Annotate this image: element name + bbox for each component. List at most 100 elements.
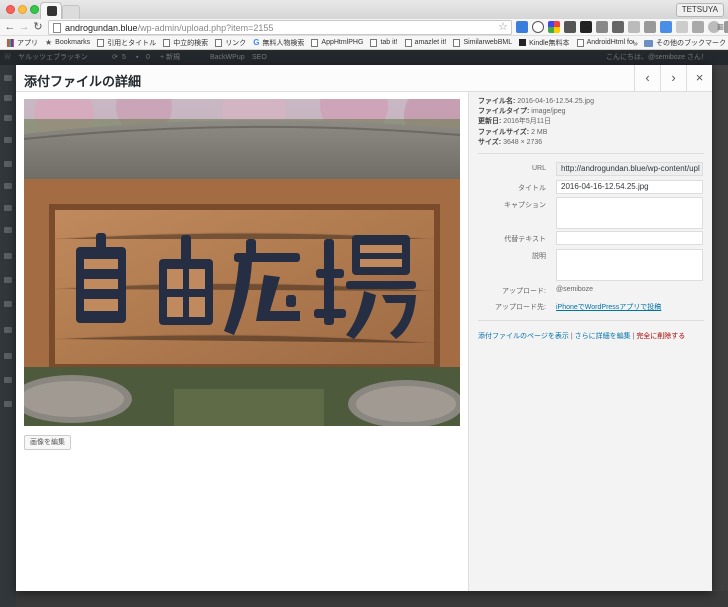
page-icon bbox=[576, 38, 584, 47]
profile-button[interactable]: TETSUYA bbox=[675, 3, 724, 17]
comment-icon[interactable]: ▪ bbox=[136, 51, 138, 65]
address-url: androgundan.blue/wp-admin/upload.php?ite… bbox=[65, 23, 274, 33]
delete-permanently-link[interactable]: 完全に削除する bbox=[636, 333, 685, 340]
view-attachment-page-link[interactable]: 添付ファイルのページを表示 bbox=[478, 333, 569, 340]
previous-attachment-button[interactable]: ‹ bbox=[634, 65, 660, 91]
close-modal-button[interactable]: × bbox=[686, 65, 712, 91]
updated-value: 2016年5月11日 bbox=[503, 118, 552, 126]
extension-icon[interactable] bbox=[564, 21, 576, 33]
admin-bar-site-name[interactable]: ヤルッツェブラッキン bbox=[18, 51, 88, 65]
menu-icon[interactable] bbox=[4, 277, 12, 283]
extension-icon[interactable] bbox=[644, 21, 656, 33]
menu-icon[interactable] bbox=[4, 95, 12, 101]
menu-icon[interactable] bbox=[4, 137, 12, 143]
edit-image-button[interactable]: 画像を編集 bbox=[24, 435, 71, 450]
site-favicon-icon bbox=[47, 6, 57, 16]
sign-photo-illustration bbox=[24, 99, 460, 426]
extension-icon[interactable] bbox=[724, 21, 728, 33]
amazon-extension-icon[interactable] bbox=[580, 21, 592, 33]
extension-icon[interactable] bbox=[628, 21, 640, 33]
folder-icon bbox=[644, 39, 653, 47]
close-window-button[interactable] bbox=[6, 5, 15, 14]
bookmark-item[interactable]: AppHtmlPHG bbox=[311, 38, 363, 47]
wordpress-logo-icon[interactable]: Ⓦ bbox=[4, 51, 11, 65]
menu-icon[interactable] bbox=[4, 253, 12, 259]
browser-tab-active[interactable] bbox=[40, 2, 62, 19]
alt-text-label: 代替テキスト bbox=[504, 236, 546, 243]
zoom-window-button[interactable] bbox=[30, 5, 39, 14]
admin-bar-updates[interactable]: 5 bbox=[122, 51, 126, 65]
address-bar[interactable]: androgundan.blue/wp-admin/upload.php?ite… bbox=[48, 20, 512, 35]
extension-icon[interactable] bbox=[532, 21, 544, 33]
menu-icon[interactable] bbox=[4, 115, 12, 121]
page-icon bbox=[53, 23, 61, 33]
menu-icon[interactable] bbox=[4, 353, 12, 359]
page-icon bbox=[97, 38, 105, 47]
bookmark-item[interactable]: アプリ bbox=[7, 38, 38, 48]
bookmark-item[interactable]: 中立的検索 bbox=[163, 38, 208, 48]
edit-more-details-link[interactable]: さらに詳細を編集 bbox=[575, 333, 631, 340]
bookmark-item[interactable]: SimilarwebBML bbox=[453, 38, 512, 47]
extension-icon[interactable] bbox=[692, 21, 704, 33]
attachment-actions: 添付ファイルのページを表示 | さらに詳細を編集 | 完全に削除する bbox=[478, 331, 685, 341]
caption-textarea[interactable] bbox=[556, 197, 703, 229]
more-bookmarks-chevron-icon[interactable]: » bbox=[634, 39, 638, 48]
admin-bar-greeting[interactable]: こんにちは、@semiboze さん！ bbox=[606, 51, 708, 65]
back-arrow-icon[interactable]: ← bbox=[3, 20, 17, 34]
extension-icon[interactable] bbox=[548, 21, 560, 33]
attachment-media-view: 画像を編集 bbox=[16, 92, 468, 591]
admin-bar-new[interactable]: + 新規 bbox=[160, 51, 180, 65]
browser-titlebar: TETSUYA bbox=[0, 0, 728, 19]
extension-icon[interactable] bbox=[516, 21, 528, 33]
attachment-info-sidebar: ファイル名: 2016-04-16-12.54.25.jpg ファイルタイプ: … bbox=[468, 92, 712, 591]
new-tab-button[interactable] bbox=[62, 5, 80, 19]
next-attachment-button[interactable]: › bbox=[660, 65, 686, 91]
alt-text-field[interactable] bbox=[556, 231, 703, 245]
description-textarea[interactable] bbox=[556, 249, 703, 281]
page-icon bbox=[215, 38, 223, 47]
reload-icon[interactable]: ↻ bbox=[31, 20, 45, 34]
admin-bar-comments[interactable]: 0 bbox=[146, 51, 150, 65]
admin-bar-seo[interactable]: SEO bbox=[252, 51, 267, 65]
menu-icon[interactable] bbox=[4, 161, 12, 167]
menu-icon[interactable] bbox=[4, 301, 12, 307]
uploaded-to-link[interactable]: iPhoneでWordPressアプリで投稿 bbox=[556, 302, 661, 312]
page-icon bbox=[370, 38, 378, 47]
admin-bar-backwpup[interactable]: BackWPup bbox=[210, 51, 245, 65]
bookmark-item[interactable]: G 無料人物検索 bbox=[253, 38, 304, 48]
bookmark-item[interactable]: ★ Bookmarks bbox=[45, 38, 90, 47]
bookmarks-bar: アプリ ★ Bookmarks 引用とタイトル 中立的検索 リンク G 無料人物検索… bbox=[0, 36, 728, 50]
extension-icon[interactable] bbox=[676, 21, 688, 33]
bookmark-star-icon[interactable]: ☆ bbox=[498, 21, 508, 34]
bookmark-item[interactable]: リンク bbox=[215, 38, 246, 48]
uploaded-by-value: @semiboze bbox=[556, 286, 594, 293]
other-bookmarks[interactable]: » その他のブックマーク bbox=[633, 36, 726, 49]
extension-icon[interactable] bbox=[612, 21, 624, 33]
backdrop bbox=[712, 65, 728, 591]
bookmark-item[interactable]: tab it! bbox=[370, 38, 398, 47]
filetype-value: image/jpeg bbox=[531, 108, 566, 116]
menu-icon[interactable] bbox=[4, 401, 12, 407]
menu-icon[interactable] bbox=[4, 377, 12, 383]
menu-icon[interactable]: ≡ bbox=[717, 20, 724, 34]
bookmark-item[interactable]: 引用とタイトル bbox=[97, 38, 156, 48]
modal-header: 添付ファイルの詳細 ‹ › × bbox=[16, 65, 712, 92]
amazon-icon bbox=[519, 39, 527, 46]
url-field[interactable]: http://androgundan.blue/wp-content/upl bbox=[556, 162, 703, 176]
url-label: URL bbox=[531, 165, 546, 172]
bookmark-item[interactable]: amazlet it! bbox=[404, 38, 446, 47]
forward-arrow-icon[interactable]: → bbox=[17, 20, 31, 34]
menu-icon[interactable] bbox=[4, 327, 12, 333]
menu-icon[interactable] bbox=[4, 75, 12, 81]
menu-icon[interactable] bbox=[4, 227, 12, 233]
menu-icon[interactable] bbox=[4, 205, 12, 211]
attachment-details-modal: 添付ファイルの詳細 ‹ › × 画像を編集 ファイル名: 2016-04-16-… bbox=[16, 65, 712, 591]
title-field[interactable]: 2016-04-16-12.54.25.jpg bbox=[556, 180, 703, 194]
extension-icon[interactable] bbox=[596, 21, 608, 33]
minimize-window-button[interactable] bbox=[18, 5, 27, 14]
updates-icon[interactable]: ⟳ bbox=[112, 51, 118, 65]
extension-icon[interactable] bbox=[660, 21, 672, 33]
bookmark-item[interactable]: Kindle無料本 bbox=[519, 38, 570, 48]
menu-icon[interactable] bbox=[4, 183, 12, 189]
filename-value: 2016-04-16-12.54.25.jpg bbox=[517, 98, 594, 105]
